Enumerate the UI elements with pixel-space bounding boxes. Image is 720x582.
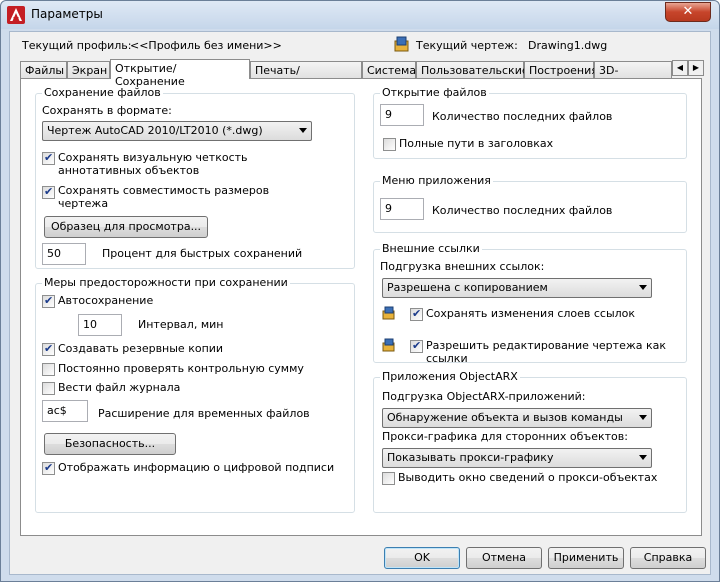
tab-display[interactable]: Экран	[67, 61, 110, 78]
tab-drafting[interactable]: Построения	[524, 61, 598, 78]
checkmark-icon: ✔	[44, 342, 54, 355]
drawing-icon	[394, 36, 409, 52]
help-button[interactable]: Справка	[630, 547, 706, 569]
dim-compat-label-2: чертежа	[58, 197, 109, 210]
chevron-down-icon	[639, 455, 647, 460]
security-button[interactable]: Безопасность...	[44, 433, 176, 455]
tab-system[interactable]: Система	[362, 61, 416, 78]
file-open-group: Открытие файлов 9 Количество последних ф…	[373, 86, 687, 159]
allow-xref-edit-checkbox[interactable]: ✔	[410, 339, 423, 353]
checkmark-icon: ✔	[44, 185, 54, 198]
tab-scroll-left-icon[interactable]: ◀	[672, 60, 688, 76]
checkmark-icon: ✔	[44, 151, 54, 164]
allow-xref-edit-label-2: ссылки	[426, 352, 468, 365]
retain-xref-layers-checkbox[interactable]: ✔	[410, 307, 423, 321]
arx-load-select[interactable]: Обнаружение объекта и вызов команды	[382, 408, 652, 428]
chevron-down-icon	[639, 415, 647, 420]
digital-signature-checkbox[interactable]: ✔	[42, 461, 55, 475]
window-title: Параметры	[31, 7, 103, 21]
file-open-title: Открытие файлов	[380, 86, 489, 99]
close-button[interactable]: ✕	[665, 2, 711, 22]
app-menu-title: Меню приложения	[380, 174, 493, 187]
backup-label: Создавать резервные копии	[58, 342, 224, 355]
visual-fidelity-label-1: Сохранять визуальную четкость	[58, 151, 248, 164]
autosave-interval-input[interactable]: 10	[78, 314, 122, 336]
tab-scroll: ◀ ▶	[672, 60, 704, 76]
save-format-label: Сохранять в формате:	[42, 104, 172, 117]
checkmark-icon: ✔	[44, 461, 54, 474]
tab-open-save[interactable]: Открытие/Сохранение	[110, 59, 250, 88]
allow-xref-edit-label-1: Разрешить редактирование чертежа как	[426, 339, 667, 352]
tab-user-preferences[interactable]: Пользовательские	[416, 61, 529, 78]
tab-3d-modeling[interactable]: 3D-моделирова	[594, 61, 672, 78]
save-format-select[interactable]: Чертеж AutoCAD 2010/LT2010 (*.dwg)	[42, 121, 312, 141]
app-menu-group: Меню приложения 9 Количество последних ф…	[373, 174, 687, 233]
arx-load-label: Подгрузка ObjectARX-приложений:	[382, 390, 586, 403]
temp-ext-label: Расширение для временных файлов	[98, 407, 310, 420]
title-bar[interactable]: Параметры ✕	[1, 1, 719, 29]
recent-files-label: Количество последних файлов	[432, 110, 613, 123]
xrefs-title: Внешние ссылки	[380, 242, 482, 255]
tab-scroll-right-icon[interactable]: ▶	[688, 60, 704, 76]
dialog-client: Текущий профиль: <<Профиль без имени>> Т…	[9, 31, 711, 575]
cancel-button[interactable]: Отмена	[466, 547, 542, 569]
checkmark-icon: ✔	[412, 339, 422, 352]
tab-plot-publish[interactable]: Печать/Публикация	[250, 61, 362, 90]
xref-setting-icon	[382, 338, 395, 352]
app-menu-recent-label: Количество последних файлов	[432, 204, 613, 217]
open-save-panel: Сохранение файлов Сохранять в формате: Ч…	[20, 78, 702, 536]
tab-strip: Файлы Экран Открытие/Сохранение Печать/П…	[20, 59, 700, 90]
visual-fidelity-checkbox[interactable]: ✔	[42, 151, 55, 165]
chevron-down-icon	[639, 285, 647, 290]
digital-signature-label: Отображать информацию о цифровой подписи	[58, 461, 335, 474]
file-save-group: Сохранение файлов Сохранять в формате: Ч…	[35, 86, 355, 269]
demand-load-label: Подгрузка внешних ссылок:	[380, 260, 545, 273]
profile-label: Текущий профиль:	[22, 39, 132, 52]
incremental-save-label: Процент для быстрых сохранений	[102, 247, 303, 260]
log-file-label: Вести файл журнала	[58, 381, 181, 394]
demand-load-select[interactable]: Разрешена с копированием	[382, 278, 652, 298]
objectarx-title: Приложения ObjectARX	[380, 370, 520, 383]
proxy-graphics-label: Прокси-графика для сторонних объектов:	[382, 430, 628, 443]
safety-group: Меры предосторожности при сохранении ✔ А…	[35, 276, 355, 513]
drawing-label: Текущий чертеж:	[416, 39, 518, 52]
xrefs-group: Внешние ссылки Подгрузка внешних ссылок:…	[373, 242, 687, 365]
proxy-info-checkbox[interactable]	[382, 472, 395, 485]
full-path-checkbox[interactable]	[383, 138, 396, 151]
drawing-value: Drawing1.dwg	[528, 39, 608, 52]
recent-files-input[interactable]: 9	[380, 104, 424, 126]
close-icon: ✕	[682, 4, 694, 19]
dim-compat-label-1: Сохранять совместимость размеров	[58, 184, 270, 197]
safety-title: Меры предосторожности при сохранении	[42, 276, 290, 289]
tab-files[interactable]: Файлы	[20, 61, 67, 78]
backup-checkbox[interactable]: ✔	[42, 342, 55, 356]
apply-button[interactable]: Применить	[548, 547, 624, 569]
log-file-checkbox[interactable]	[42, 382, 55, 395]
autosave-label: Автосохранение	[58, 294, 154, 307]
profile-value: <<Профиль без имени>>	[130, 39, 282, 52]
objectarx-group: Приложения ObjectARX Подгрузка ObjectARX…	[373, 370, 687, 513]
full-path-label: Полные пути в заголовках	[399, 137, 554, 150]
dim-compat-checkbox[interactable]: ✔	[42, 185, 55, 199]
visual-fidelity-label-2: аннотативных объектов	[58, 164, 200, 177]
chevron-down-icon	[299, 128, 307, 133]
temp-ext-input[interactable]: ac$	[42, 400, 88, 422]
checkmark-icon: ✔	[44, 294, 54, 307]
crc-label: Постоянно проверять контрольную сумму	[58, 362, 304, 375]
autosave-interval-label: Интервал, мин	[138, 318, 224, 331]
autocad-logo-icon	[7, 6, 25, 24]
crc-checkbox[interactable]	[42, 363, 55, 376]
xref-setting-icon	[382, 306, 395, 320]
checkmark-icon: ✔	[412, 307, 422, 320]
autosave-checkbox[interactable]: ✔	[42, 294, 55, 308]
proxy-graphics-select[interactable]: Показывать прокси-графику	[382, 448, 652, 468]
ok-button[interactable]: OK	[384, 547, 460, 569]
app-menu-recent-input[interactable]: 9	[380, 198, 424, 220]
options-dialog: Параметры ✕ Текущий профиль: <<Профиль б…	[0, 0, 720, 582]
retain-xref-layers-label: Сохранять изменения слоев ссылок	[426, 307, 636, 320]
incremental-save-input[interactable]: 50	[42, 243, 86, 265]
thumbnail-button[interactable]: Образец для просмотра...	[44, 216, 208, 238]
proxy-info-label: Выводить окно сведений о прокси-объектах	[398, 471, 658, 484]
